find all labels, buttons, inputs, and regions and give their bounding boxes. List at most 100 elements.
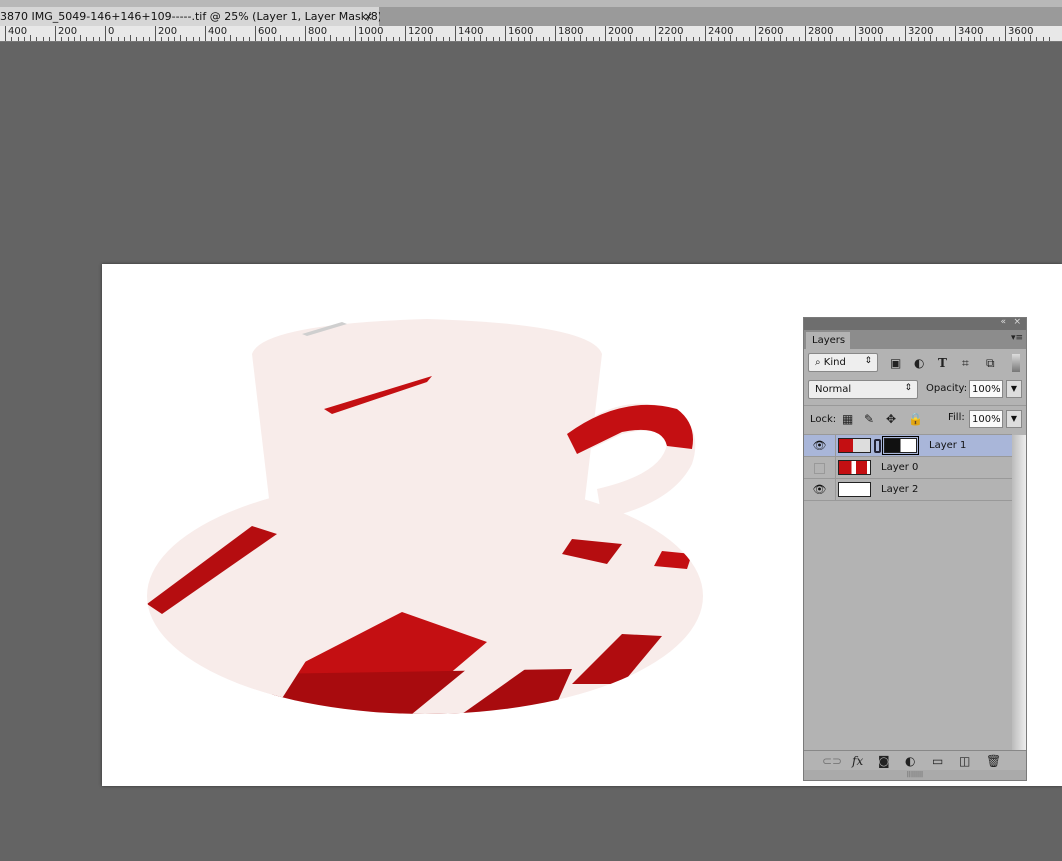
ruler-tick	[723, 37, 725, 41]
ruler-tick	[717, 37, 719, 41]
opacity-input[interactable]: 100%	[969, 380, 1003, 398]
ruler-tick	[817, 37, 819, 41]
layer-name[interactable]: Layer 1	[929, 440, 966, 451]
document-tab[interactable]: 3870 IMG_5049-146+146+109-----.tif @ 25%…	[0, 7, 391, 26]
ruler-tick	[873, 37, 875, 41]
ruler-tick	[586, 37, 588, 41]
ruler-tick	[380, 35, 381, 41]
ruler-tick	[473, 37, 475, 41]
lock-paint-icon[interactable]: ✎	[864, 412, 874, 426]
opacity-dropdown[interactable]: ▼	[1006, 380, 1022, 398]
ruler-tick	[792, 37, 794, 41]
visibility-eye-icon[interactable]: 👁	[804, 435, 836, 457]
image-filter-icon[interactable]: ▣	[890, 356, 901, 370]
ruler-tick	[286, 37, 288, 41]
ruler-tick	[867, 37, 869, 41]
ruler-tick	[486, 37, 488, 41]
ruler-tick	[642, 37, 644, 41]
visibility-eye-icon[interactable]: 👁	[804, 479, 836, 501]
lock-transparent-icon[interactable]: ▦	[842, 412, 853, 426]
panel-header[interactable]: « ×	[804, 317, 1026, 330]
layer-name[interactable]: Layer 2	[881, 484, 918, 495]
ruler-tick	[80, 35, 81, 41]
ruler-tick	[542, 37, 544, 41]
collapse-icon[interactable]: «	[1000, 317, 1006, 327]
close-panel-icon[interactable]: ×	[1013, 317, 1021, 327]
layers-scrollbar[interactable]	[1012, 435, 1026, 753]
ruler-tick	[617, 37, 619, 41]
panel-footer: ⊂⊃ fx ◙ ◐ ▭ ◫ 🗑	[804, 750, 1026, 770]
fill-input[interactable]: 100%	[969, 410, 1003, 428]
close-tab-icon[interactable]: ×	[364, 7, 373, 26]
ruler-tick	[498, 37, 500, 41]
ruler-tick	[786, 37, 788, 41]
fx-icon[interactable]: fx	[852, 754, 863, 768]
visibility-toggle-off[interactable]	[804, 457, 836, 479]
layer-mask-thumbnail[interactable]	[882, 436, 919, 455]
ruler-tick	[430, 35, 431, 41]
lock-all-icon[interactable]: 🔒	[908, 412, 923, 426]
shape-filter-icon[interactable]: ⌗	[962, 356, 969, 370]
ruler-tick	[148, 37, 150, 41]
ruler-tick	[280, 35, 281, 41]
ruler-tick	[648, 37, 650, 41]
ruler-tick	[630, 35, 631, 41]
ruler-tick	[230, 35, 231, 41]
ruler-tick	[773, 37, 775, 41]
ruler-tick	[392, 37, 394, 41]
ruler-tick	[861, 37, 863, 41]
ruler-tick	[173, 37, 175, 41]
ruler-tick	[67, 37, 69, 41]
ruler-tick	[242, 37, 244, 41]
adjustment-icon[interactable]: ◐	[905, 754, 915, 768]
resize-grip[interactable]: ||||||||	[804, 770, 1026, 780]
adjustment-filter-icon[interactable]: ◐	[914, 356, 924, 370]
ruler-tick	[142, 37, 144, 41]
folder-icon[interactable]: ▭	[932, 754, 943, 768]
ruler-tick	[511, 37, 513, 41]
layer-row-layer-2[interactable]: 👁 Layer 2	[804, 479, 1012, 501]
layer-row-layer-0[interactable]: Layer 0	[804, 457, 1012, 479]
ruler-tick	[880, 35, 881, 41]
ruler-tick	[667, 37, 669, 41]
cup-body	[252, 319, 602, 544]
smart-object-filter-icon[interactable]: ⧉	[986, 356, 995, 370]
mask-icon[interactable]: ◙	[878, 754, 890, 768]
new-layer-icon[interactable]: ◫	[959, 754, 970, 768]
layer-thumbnail	[838, 438, 871, 453]
ruler-tick	[742, 37, 744, 41]
trash-icon[interactable]: 🗑	[986, 754, 1001, 768]
layer-thumbnail	[838, 482, 871, 497]
filter-kind-select[interactable]: ⌕ Kind ⇕	[808, 353, 878, 372]
layer-name[interactable]: Layer 0	[881, 462, 918, 473]
panel-menu-icon[interactable]: ▾≡	[1011, 333, 1023, 343]
ruler-tick	[480, 35, 481, 41]
ruler-tick	[461, 37, 463, 41]
ruler-tick	[442, 37, 444, 41]
filter-toggle[interactable]	[1012, 354, 1020, 372]
ruler-tick	[730, 35, 731, 41]
ruler-tick	[186, 37, 188, 41]
layer-row-layer-1[interactable]: 👁 Layer 1	[804, 435, 1012, 457]
ruler-tick	[30, 35, 31, 41]
ruler-tick	[830, 35, 831, 41]
ruler-tick	[98, 37, 100, 41]
link-icon[interactable]: ⊂⊃	[822, 754, 842, 768]
lock-position-icon[interactable]: ✥	[886, 412, 896, 426]
ruler-tick	[530, 35, 531, 41]
ruler-tick	[136, 37, 138, 41]
ruler-tick	[798, 37, 800, 41]
mask-link-icon[interactable]	[874, 439, 881, 453]
filter-row: ⌕ Kind ⇕ ▣ ◐ T ⌗ ⧉	[804, 349, 1026, 375]
ruler-tick	[161, 37, 163, 41]
blend-mode-select[interactable]: Normal ⇕	[808, 380, 918, 399]
tab-layers[interactable]: Layers	[806, 332, 850, 349]
fill-dropdown[interactable]: ▼	[1006, 410, 1022, 428]
horizontal-ruler[interactable]: 400 200 0 200 400 600 800 1000 1200 1400 1600 1800 2…	[0, 26, 1062, 42]
ruler-tick	[386, 37, 388, 41]
ruler-tick	[580, 35, 581, 41]
type-filter-icon[interactable]: T	[938, 356, 947, 370]
ruler-tick	[592, 37, 594, 41]
ruler-tick	[130, 35, 131, 41]
ruler-tick	[111, 37, 113, 41]
